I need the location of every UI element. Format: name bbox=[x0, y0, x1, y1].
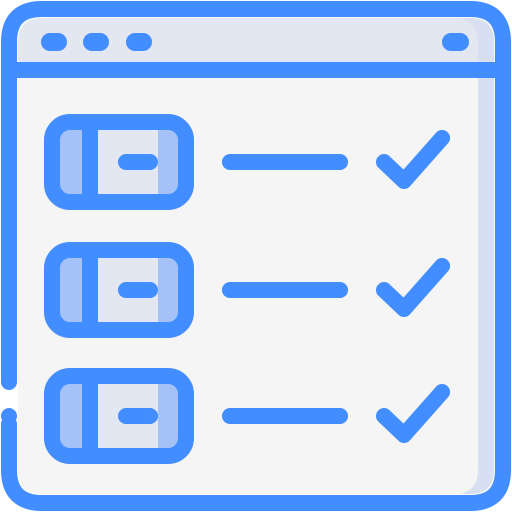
toggle-switch[interactable] bbox=[44, 114, 194, 210]
frame-gap-marker bbox=[1, 408, 17, 424]
browser-checklist-icon bbox=[1, 1, 511, 511]
toggle-switch[interactable] bbox=[44, 242, 194, 338]
icon-canvas bbox=[0, 0, 512, 512]
toggle-switch[interactable] bbox=[44, 368, 194, 464]
